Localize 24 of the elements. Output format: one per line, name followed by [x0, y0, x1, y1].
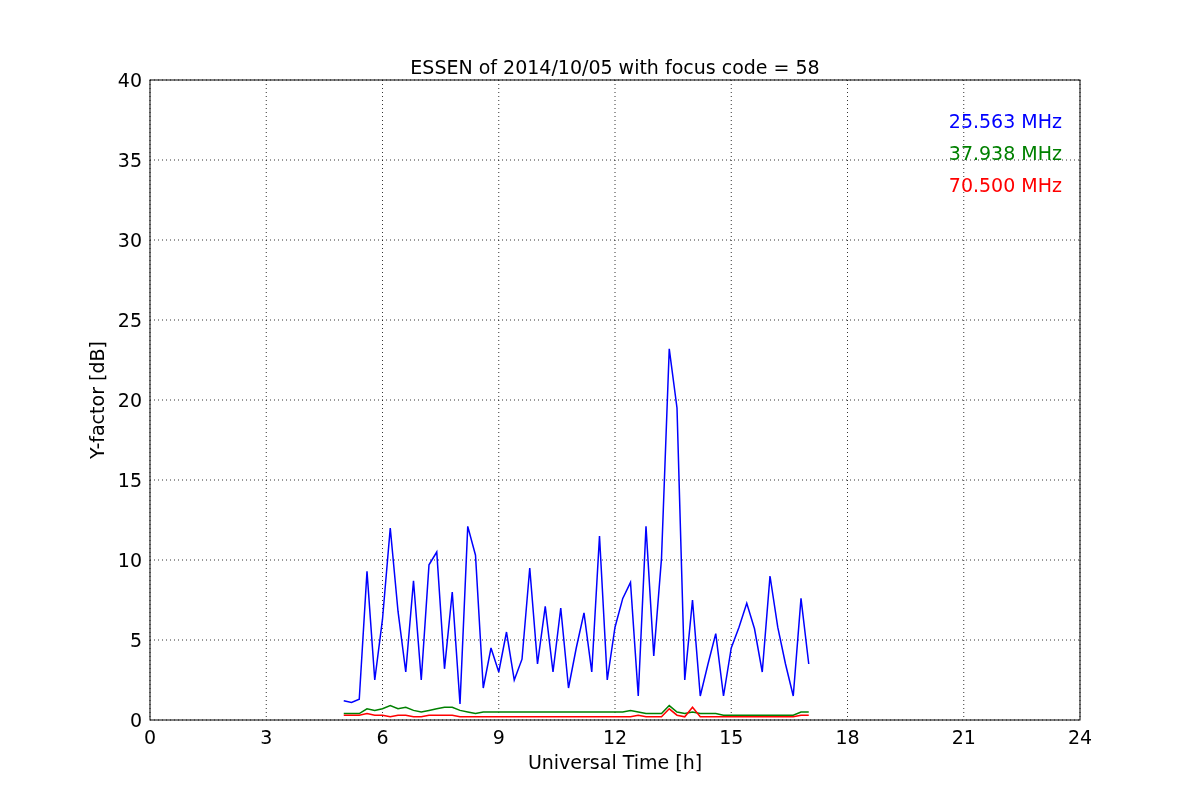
x-tick-label: 21 — [951, 726, 976, 748]
y-tick-label: 10 — [117, 549, 142, 571]
legend-label: 70.500 MHz — [948, 174, 1062, 196]
y-tick-label: 35 — [117, 149, 142, 171]
x-tick-label: 9 — [492, 726, 505, 748]
y-tick-label: 40 — [117, 69, 142, 91]
x-tick-label: 12 — [602, 726, 628, 748]
x-tick-label: 15 — [719, 726, 744, 748]
x-tick-label: 0 — [143, 726, 157, 748]
x-tick-label: 3 — [260, 726, 273, 748]
x-tick-label: 6 — [376, 726, 389, 748]
legend-label: 37.938 MHz — [948, 142, 1062, 164]
x-axis-label: Universal Time [h] — [527, 751, 703, 773]
y-axis-label: Y-factor [dB] — [86, 341, 108, 459]
chart-title: ESSEN of 2014/10/05 with focus code = 58 — [410, 56, 820, 78]
y-tick-label: 25 — [117, 309, 142, 331]
legend-label: 25.563 MHz — [948, 110, 1062, 132]
y-tick-label: 20 — [117, 389, 142, 411]
y-tick-label: 30 — [117, 229, 142, 251]
y-tick-label: 0 — [129, 709, 142, 731]
y-tick-label: 15 — [117, 469, 142, 491]
y-tick-label: 5 — [129, 629, 142, 651]
x-tick-label: 24 — [1067, 726, 1093, 748]
x-tick-label: 18 — [835, 726, 860, 748]
